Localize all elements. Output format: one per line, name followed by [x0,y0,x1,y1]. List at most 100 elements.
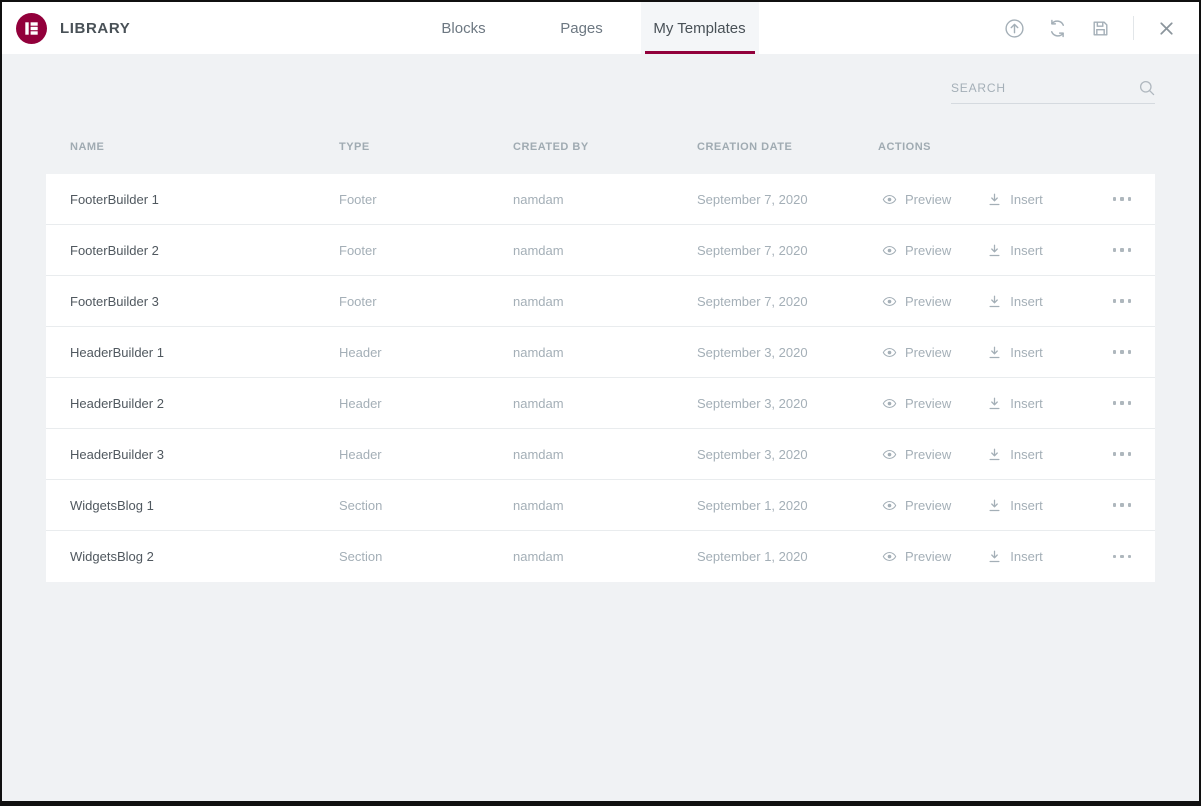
preview-button[interactable]: Preview [882,243,951,258]
sync-library-icon[interactable] [1047,18,1068,39]
search-row [46,80,1155,104]
template-type: Footer [339,192,513,207]
preview-label: Preview [905,294,951,309]
insert-label: Insert [1010,447,1043,462]
table-row: HeaderBuilder 1 Header namdam September … [46,327,1155,378]
tab-my-templates[interactable]: My Templates [641,2,759,54]
insert-label: Insert [1010,396,1043,411]
eye-icon [882,396,897,411]
template-date: September 7, 2020 [697,243,878,258]
insert-button[interactable]: Insert [987,498,1043,513]
dot [1128,197,1132,201]
insert-label: Insert [1010,498,1043,513]
search-icon[interactable] [1139,80,1155,96]
dot [1113,248,1117,252]
dot [1113,503,1117,507]
tools-divider [1133,16,1134,40]
tab-blocks[interactable]: Blocks [405,2,523,54]
table-row: WidgetsBlog 2 Section namdam September 1… [46,531,1155,582]
row-more-menu[interactable] [1113,395,1132,411]
template-author: namdam [513,243,697,258]
template-name: HeaderBuilder 1 [70,345,339,360]
import-template-icon[interactable] [1004,18,1025,39]
template-author: namdam [513,345,697,360]
row-more-menu[interactable] [1113,446,1132,462]
template-date: September 7, 2020 [697,192,878,207]
eye-icon [882,192,897,207]
preview-button[interactable]: Preview [882,345,951,360]
dot [1128,503,1132,507]
row-more-menu[interactable] [1113,497,1132,513]
dot [1128,299,1132,303]
preview-button[interactable]: Preview [882,294,951,309]
col-type: TYPE [339,141,513,153]
dot [1113,452,1117,456]
insert-button[interactable]: Insert [987,345,1043,360]
eye-icon [882,498,897,513]
row-more-menu[interactable] [1113,549,1132,565]
template-author: namdam [513,498,697,513]
template-date: September 1, 2020 [697,498,878,513]
template-type: Header [339,345,513,360]
preview-button[interactable]: Preview [882,498,951,513]
row-more-menu[interactable] [1113,242,1132,258]
insert-button[interactable]: Insert [987,294,1043,309]
insert-button[interactable]: Insert [987,447,1043,462]
tab-pages[interactable]: Pages [523,2,641,54]
template-author: namdam [513,192,697,207]
insert-button[interactable]: Insert [987,549,1043,564]
insert-download-icon [987,549,1002,564]
template-name: HeaderBuilder 3 [70,447,339,462]
library-tabs: Blocks Pages My Templates [405,2,759,54]
col-created-by: CREATED BY [513,141,697,153]
save-template-icon[interactable] [1090,18,1111,39]
template-date: September 1, 2020 [697,549,878,564]
insert-button[interactable]: Insert [987,396,1043,411]
eye-icon [882,447,897,462]
insert-label: Insert [1010,549,1043,564]
row-more-menu[interactable] [1113,344,1132,360]
table-row: HeaderBuilder 3 Header namdam September … [46,429,1155,480]
table-row: FooterBuilder 1 Footer namdam September … [46,174,1155,225]
insert-download-icon [987,447,1002,462]
elementor-logo-icon [16,13,47,44]
preview-button[interactable]: Preview [882,192,951,207]
insert-download-icon [987,192,1002,207]
dot [1128,350,1132,354]
preview-label: Preview [905,192,951,207]
preview-label: Preview [905,243,951,258]
dot [1128,401,1132,405]
dot [1120,248,1124,252]
insert-download-icon [987,396,1002,411]
table-row: WidgetsBlog 1 Section namdam September 1… [46,480,1155,531]
row-actions: Preview Insert [878,192,1091,207]
dot [1120,555,1124,559]
search-input[interactable] [951,81,1121,95]
template-author: namdam [513,447,697,462]
dot [1128,555,1132,559]
template-type: Section [339,549,513,564]
preview-button[interactable]: Preview [882,549,951,564]
insert-button[interactable]: Insert [987,243,1043,258]
template-type: Footer [339,294,513,309]
close-icon[interactable] [1156,18,1177,39]
preview-button[interactable]: Preview [882,396,951,411]
template-author: namdam [513,396,697,411]
dot [1128,452,1132,456]
dot [1120,350,1124,354]
insert-download-icon [987,243,1002,258]
template-type: Header [339,396,513,411]
col-creation-date: CREATION DATE [697,141,878,153]
row-more-menu[interactable] [1113,293,1132,309]
row-actions: Preview Insert [878,498,1091,513]
preview-button[interactable]: Preview [882,447,951,462]
eye-icon [882,345,897,360]
insert-button[interactable]: Insert [987,192,1043,207]
insert-label: Insert [1010,294,1043,309]
row-actions: Preview Insert [878,447,1091,462]
template-name: HeaderBuilder 2 [70,396,339,411]
row-more-menu[interactable] [1113,191,1132,207]
template-date: September 3, 2020 [697,447,878,462]
dot [1120,197,1124,201]
template-name: WidgetsBlog 1 [70,498,339,513]
